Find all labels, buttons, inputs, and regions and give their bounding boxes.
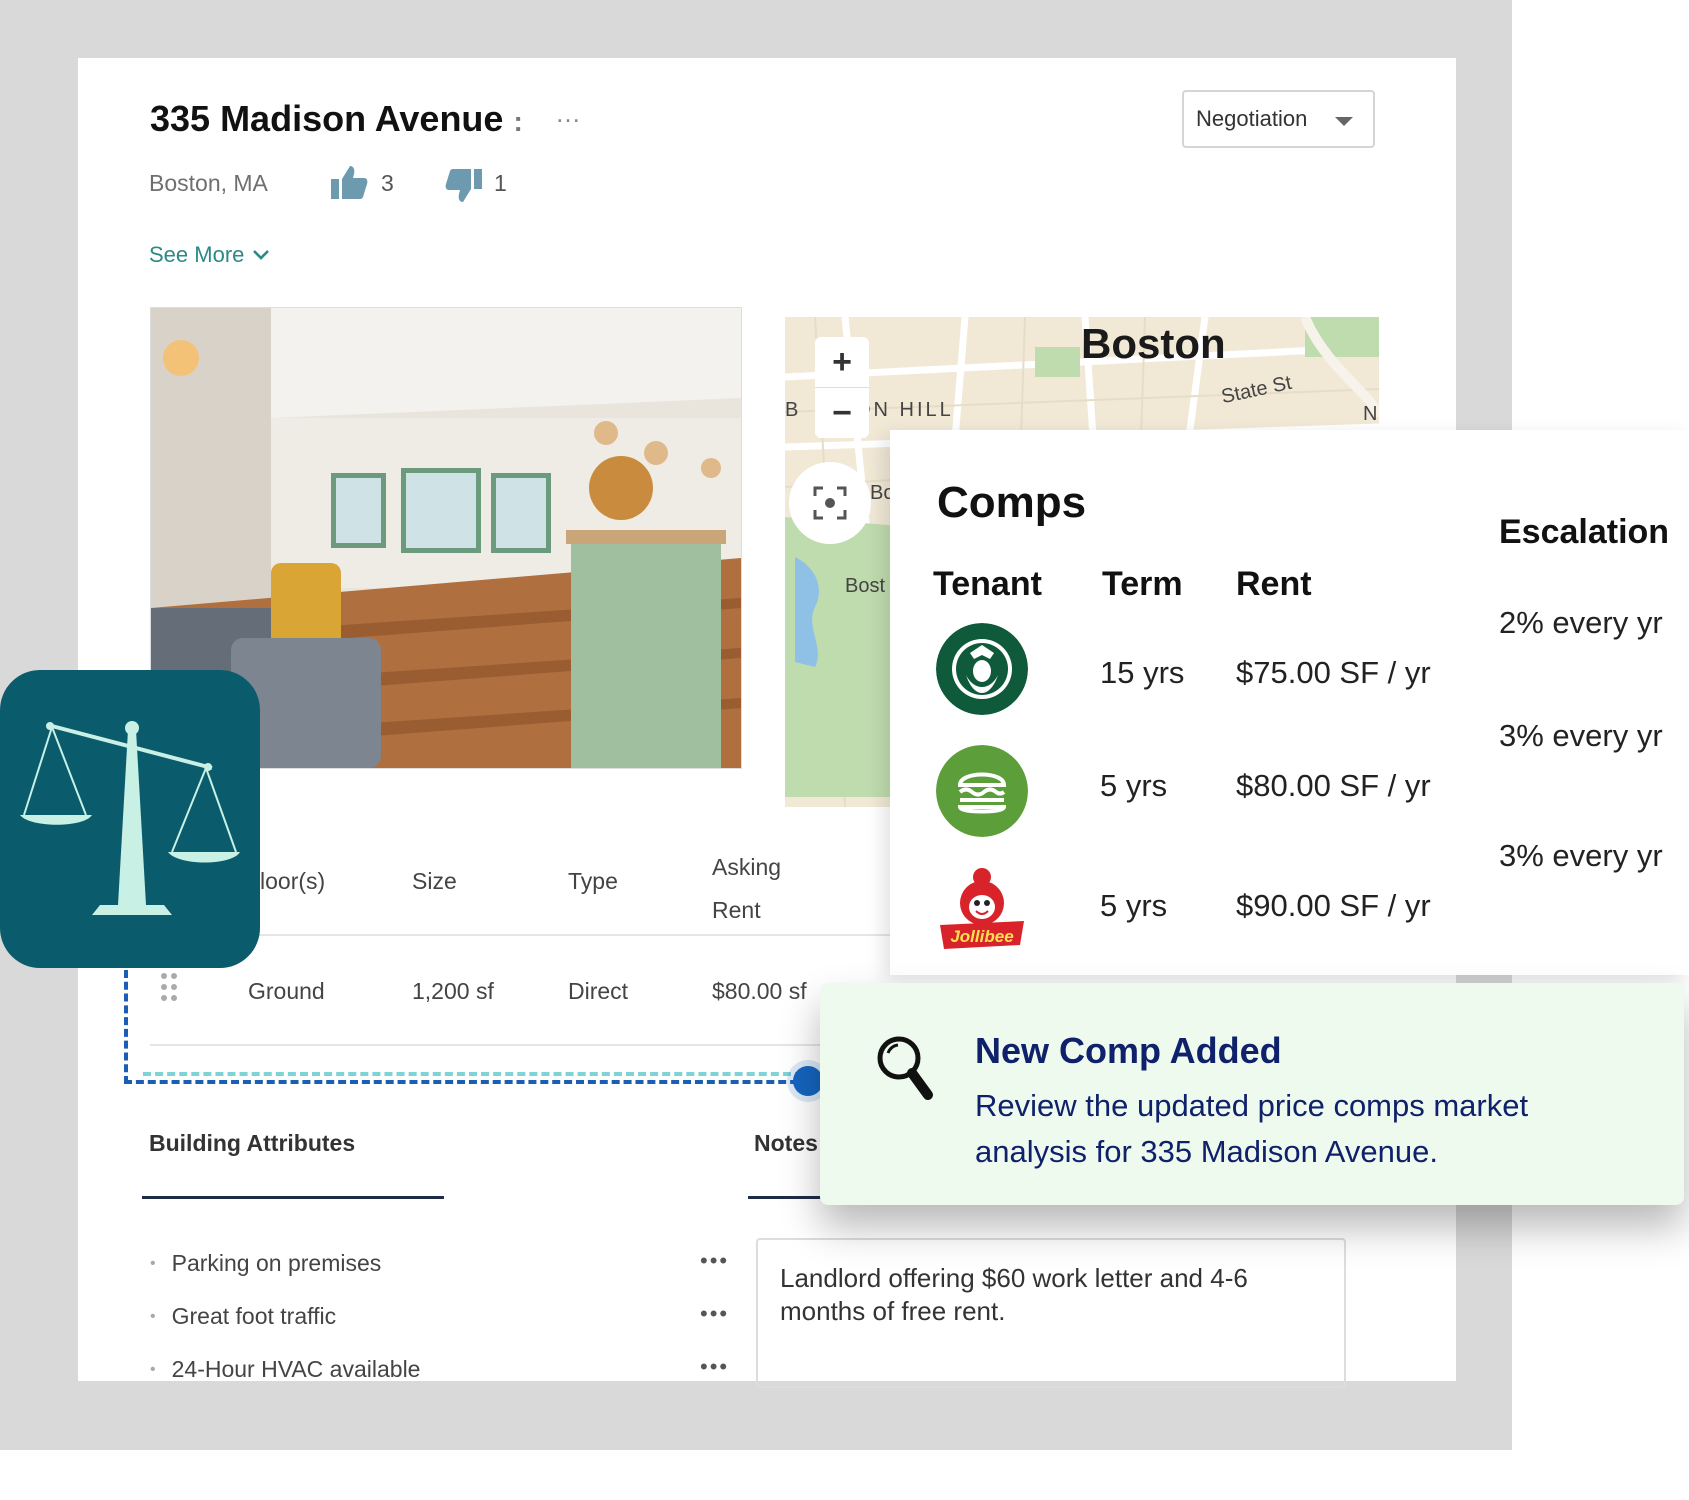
comps-header-tenant: Tenant [933,565,1042,603]
toast-message: Review the updated price comps market an… [975,1088,1529,1169]
toast-title: New Comp Added [975,1030,1282,1071]
scales-icon [20,721,240,915]
col-header-asking-rent: Asking Rent [712,846,781,932]
comp-term: 5 yrs [1100,768,1168,803]
col-header-size: Size [412,868,457,894]
notes-textarea[interactable]: Landlord offering $60 work letter and 4-… [756,1238,1346,1388]
comp-escalation: 3% every yr [1499,718,1663,753]
list-item: • 24-Hour HVAC available [150,1356,421,1382]
stage-dropdown[interactable]: Negotiation [1182,90,1375,148]
stage-dropdown-value: Negotiation [1196,106,1308,131]
property-location: Boston, MA [149,170,268,196]
building-attributes-title: Building Attributes [149,1130,356,1156]
chevron-down-icon [253,250,270,260]
table-divider [150,934,890,936]
comps-header-escalation: Escalation [1499,513,1670,551]
notes-title: Notes [754,1130,818,1156]
starbucks-logo [936,623,1028,715]
map-edge-label: N [1363,403,1378,425]
connector-dot [793,1066,823,1096]
see-more-label: See More [149,242,245,267]
comp-escalation: 3% every yr [1499,838,1663,873]
comp-rent: $75.00 SF / yr [1236,655,1431,690]
comps-header-term: Term [1102,565,1183,603]
thumbs-down-icon[interactable] [445,168,483,204]
col-header-floor: loor(s) [260,868,326,894]
burger-logo [936,745,1028,837]
dislike-count: 1 [494,170,507,196]
list-item-label: 24-Hour HVAC available [171,1356,421,1382]
map-side-label-b: Bost [845,575,886,597]
more-options-icon[interactable]: … [555,98,582,129]
see-more-link[interactable]: See More [149,242,270,268]
svg-text:Jollibee: Jollibee [950,927,1013,946]
list-item-label: Parking on premises [171,1250,382,1276]
app-icon [0,670,260,968]
comp-rent: $80.00 SF / yr [1236,768,1431,803]
page-title: 335 Madison Avenue : [150,98,523,139]
item-menu-icon[interactable]: ••• [700,1354,729,1380]
comp-rent: $90.00 SF / yr [1236,888,1431,923]
list-item: • Great foot traffic [150,1303,337,1329]
item-menu-icon[interactable]: ••• [700,1248,729,1274]
col-header-asking-rent-line2: Rent [712,897,761,923]
zoom-in-button[interactable]: + [815,337,869,387]
recenter-icon [813,486,847,520]
comp-term: 15 yrs [1100,655,1185,690]
comps-title: Comps [937,478,1087,527]
col-header-asking-rent-line1: Asking [712,854,782,880]
comp-term: 5 yrs [1100,888,1168,923]
list-item-label: Great foot traffic [171,1303,337,1329]
jollibee-logo: Jollibee [940,868,1024,949]
item-menu-icon[interactable]: ••• [700,1301,729,1327]
map-neighborhood-label-b: ON HILL [855,399,954,421]
recenter-button[interactable] [789,462,871,544]
tab-underline [142,1196,444,1199]
comp-escalation: 2% every yr [1499,605,1663,640]
magnifier-icon [877,1036,933,1100]
connector-line-inner [143,1072,803,1076]
connector-line [124,970,810,1084]
chevron-down-icon [1335,117,1353,126]
zoom-out-button[interactable]: − [815,387,869,438]
list-item: • Parking on premises [150,1250,382,1276]
comps-header-rent: Rent [1236,565,1312,603]
map-city-label: Boston [1081,320,1226,367]
like-count: 3 [381,170,394,196]
tab-underline [748,1196,828,1199]
col-header-type: Type [568,868,618,894]
map-neighborhood-label-a: B [785,399,802,421]
thumbs-up-icon[interactable] [330,164,368,200]
